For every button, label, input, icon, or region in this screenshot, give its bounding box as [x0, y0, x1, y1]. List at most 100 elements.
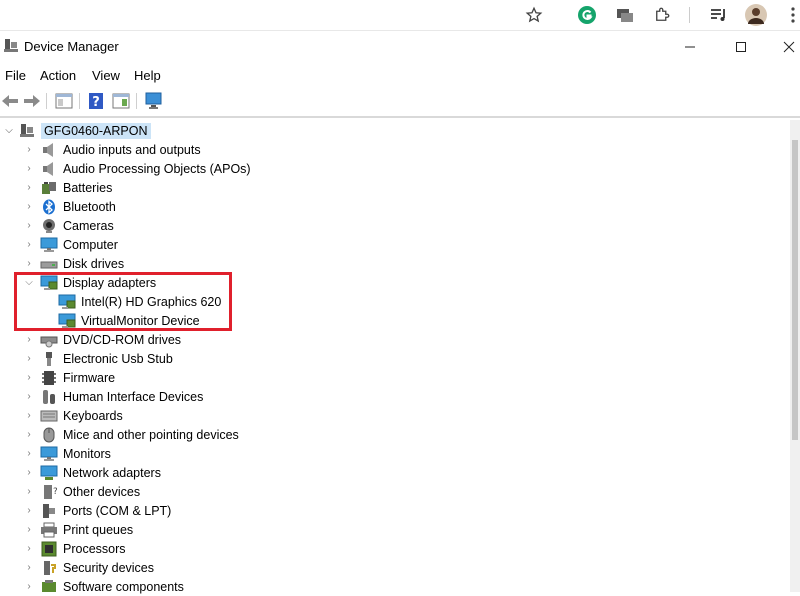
camera-icon	[40, 218, 58, 234]
tree-item-label: Monitors	[63, 446, 111, 461]
tree-item-keyboards[interactable]: › Keyboards	[24, 406, 123, 425]
tree-item-monitors[interactable]: › Monitors	[24, 444, 111, 463]
tree-root-label: GFG0460-ARPON	[41, 122, 151, 139]
tree-item-disk-drives[interactable]: › Disk drives	[24, 254, 124, 273]
chevron-right-icon[interactable]: ›	[24, 235, 34, 254]
tree-item-label: Ports (COM & LPT)	[63, 503, 172, 518]
properties-window-icon[interactable]	[54, 91, 74, 111]
chevron-right-icon[interactable]: ›	[24, 178, 34, 197]
menu-help[interactable]: Help	[134, 68, 161, 83]
menu-view[interactable]: View	[92, 68, 120, 83]
media-queue-icon[interactable]	[708, 4, 730, 26]
chevron-right-icon[interactable]: ›	[24, 159, 34, 178]
tree-item-network[interactable]: › Network adapters	[24, 463, 161, 482]
help-icon[interactable]: ?	[86, 91, 106, 111]
monitor-icon	[40, 446, 58, 462]
forward-arrow-icon[interactable]	[22, 91, 42, 111]
tree-item-bluetooth[interactable]: › Bluetooth	[24, 197, 116, 216]
tree-item-label: Firmware	[63, 370, 116, 385]
keyboard-icon	[40, 408, 58, 424]
chevron-right-icon[interactable]: ›	[24, 539, 34, 558]
chevron-right-icon[interactable]: ›	[24, 197, 34, 216]
chevron-right-icon[interactable]: ›	[24, 558, 34, 577]
details-window-icon[interactable]	[111, 91, 131, 111]
extension-icon[interactable]	[614, 4, 636, 26]
divider	[689, 7, 690, 23]
tree-item-label: Disk drives	[63, 256, 125, 271]
mouse-icon	[40, 427, 58, 443]
tree-item-label: Bluetooth	[63, 199, 116, 214]
tree-item-hid[interactable]: › Human Interface Devices	[24, 387, 203, 406]
chevron-right-icon[interactable]: ›	[24, 349, 34, 368]
printer-icon	[40, 522, 58, 538]
chevron-right-icon[interactable]: ›	[24, 482, 34, 501]
tree-item-print-queues[interactable]: › Print queues	[24, 520, 133, 539]
close-button[interactable]	[779, 37, 799, 57]
more-menu-icon[interactable]	[782, 4, 800, 26]
chevron-right-icon[interactable]: ›	[24, 387, 34, 406]
tree-root[interactable]: ⌵ GFG0460-ARPON	[4, 121, 151, 140]
puzzle-icon[interactable]	[651, 4, 673, 26]
tree-item-label: Other devices	[63, 484, 141, 499]
menu-file[interactable]: File	[5, 68, 26, 83]
tree-item-audio-processing[interactable]: › Audio Processing Objects (APOs)	[24, 159, 251, 178]
chevron-right-icon[interactable]: ›	[24, 330, 34, 349]
window-title: Device Manager	[24, 39, 119, 54]
chevron-right-icon[interactable]: ›	[24, 254, 34, 273]
tree-item-software-components[interactable]: › Software components	[24, 577, 184, 596]
disk-icon	[40, 256, 58, 272]
bluetooth-icon	[40, 199, 58, 215]
tree-item-ports[interactable]: › Ports (COM & LPT)	[24, 501, 171, 520]
profile-avatar[interactable]	[745, 4, 767, 26]
chevron-right-icon[interactable]: ›	[24, 501, 34, 520]
tree-item-label: Network adapters	[63, 465, 161, 480]
usb-icon	[40, 351, 58, 367]
chevron-right-icon[interactable]: ›	[24, 444, 34, 463]
menu-action[interactable]: Action	[40, 68, 76, 83]
back-arrow-icon[interactable]	[0, 91, 20, 111]
dvd-icon	[40, 332, 58, 348]
highlight-box	[14, 272, 232, 331]
tree-item-audio-inputs[interactable]: › Audio inputs and outputs	[24, 140, 201, 159]
chevron-right-icon[interactable]: ›	[24, 520, 34, 539]
computer-icon	[40, 237, 58, 253]
device-manager-icon	[3, 38, 19, 59]
tree-item-label: Cameras	[63, 218, 114, 233]
chevron-right-icon[interactable]: ›	[24, 140, 34, 159]
chevron-right-icon[interactable]: ›	[24, 368, 34, 387]
tree-item-label: Audio inputs and outputs	[63, 142, 201, 157]
chevron-right-icon[interactable]: ›	[24, 216, 34, 235]
chevron-right-icon[interactable]: ›	[24, 463, 34, 482]
port-icon	[40, 503, 58, 519]
tree-item-label: DVD/CD-ROM drives	[63, 332, 182, 347]
tree-item-mice[interactable]: › Mice and other pointing devices	[24, 425, 239, 444]
browser-toolbar	[0, 0, 800, 31]
tree-item-firmware[interactable]: › Firmware	[24, 368, 115, 387]
chevron-right-icon[interactable]: ›	[24, 425, 34, 444]
network-icon	[40, 465, 58, 481]
tree-item-dvd-drives[interactable]: › DVD/CD-ROM drives	[24, 330, 181, 349]
tree-item-batteries[interactable]: › Batteries	[24, 178, 112, 197]
tree-item-computer[interactable]: › Computer	[24, 235, 118, 254]
maximize-button[interactable]	[731, 37, 751, 57]
tree-item-label: Processors	[63, 541, 126, 556]
chevron-down-icon[interactable]: ⌵	[4, 125, 14, 136]
tree-item-usb-stub[interactable]: › Electronic Usb Stub	[24, 349, 173, 368]
chevron-right-icon[interactable]: ›	[24, 577, 34, 596]
firmware-icon	[40, 370, 58, 386]
grammarly-icon[interactable]	[576, 4, 598, 26]
tree-item-label: Computer	[63, 237, 118, 252]
tree-item-label: Keyboards	[63, 408, 123, 423]
tree-item-label: Human Interface Devices	[63, 389, 204, 404]
minimize-button[interactable]	[680, 37, 700, 57]
scan-hardware-icon[interactable]	[144, 91, 164, 111]
star-icon[interactable]	[523, 4, 545, 26]
tree-item-label: Print queues	[63, 522, 134, 537]
scrollbar-thumb[interactable]	[792, 140, 798, 440]
tree-item-processors[interactable]: › Processors	[24, 539, 126, 558]
tree-item-other-devices[interactable]: › ? Other devices	[24, 482, 140, 501]
svg-text:?: ?	[53, 487, 57, 497]
tree-item-security[interactable]: › Security devices	[24, 558, 154, 577]
chevron-right-icon[interactable]: ›	[24, 406, 34, 425]
tree-item-cameras[interactable]: › Cameras	[24, 216, 114, 235]
